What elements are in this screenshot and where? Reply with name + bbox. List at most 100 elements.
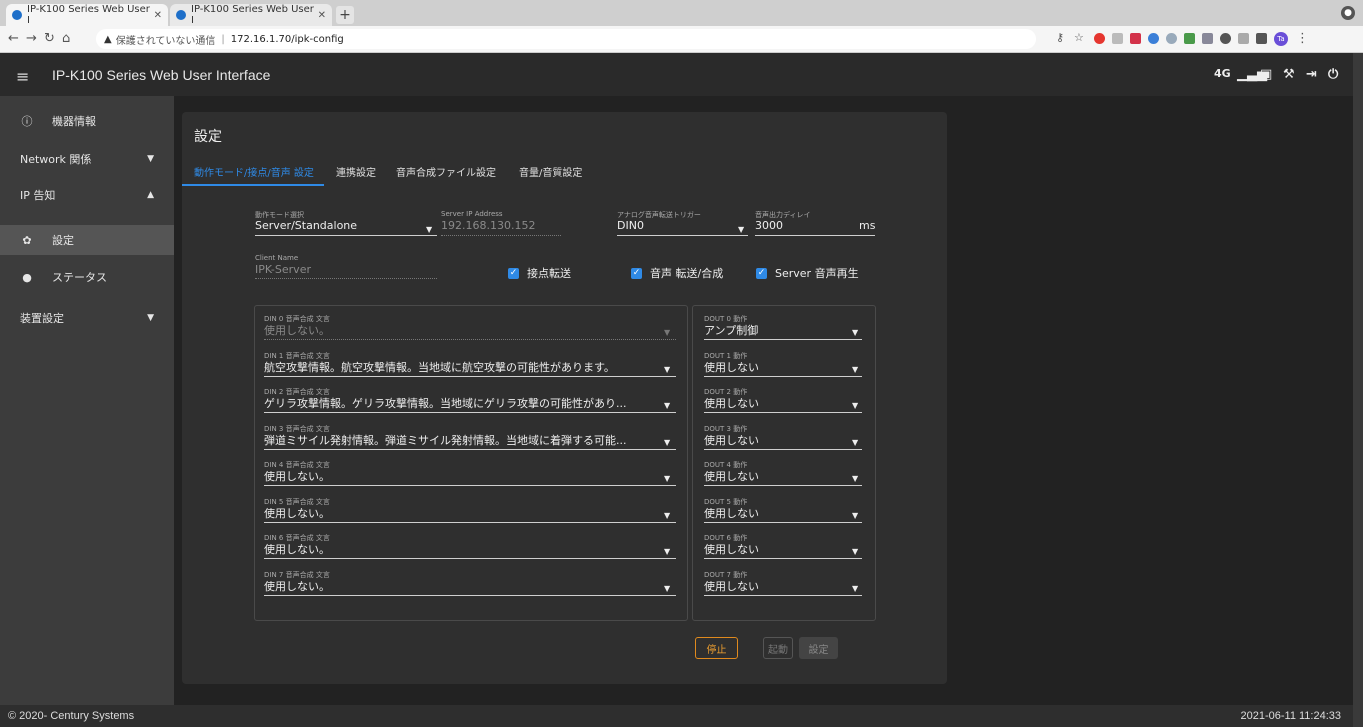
- checkbox-label: 接点転送: [527, 267, 571, 280]
- close-icon[interactable]: ✕: [318, 10, 326, 21]
- dropdown-arrow-icon: ▼: [738, 225, 745, 234]
- hamburger-menu-icon[interactable]: ≡: [16, 67, 29, 86]
- din-select-underline: [264, 485, 676, 486]
- browser-tab-2[interactable]: IP-K100 Series Web User I ✕: [170, 4, 332, 26]
- tab-link-settings[interactable]: 連携設定: [336, 164, 376, 179]
- din-select-underline: [264, 449, 676, 450]
- reload-icon[interactable]: ↻: [44, 31, 55, 46]
- dout-select-underline: [704, 522, 862, 523]
- dropdown-arrow-icon: ▼: [852, 547, 859, 556]
- extension-icon[interactable]: [1238, 33, 1249, 44]
- favicon-icon: [12, 10, 22, 20]
- address-bar[interactable]: ▲ 保護されていない通信 | 172.16.1.70/ipk-config: [96, 29, 1036, 49]
- dout-select-underline: [704, 376, 862, 377]
- forward-icon[interactable]: →: [26, 31, 37, 46]
- mode-select-underline: [255, 235, 437, 236]
- home-icon[interactable]: ⌂: [62, 31, 70, 46]
- active-tab-indicator: [182, 184, 324, 186]
- start-button[interactable]: 起動: [763, 637, 793, 659]
- sidebar-item-label: 設定: [52, 234, 74, 247]
- dropdown-arrow-icon: ▼: [664, 328, 671, 337]
- tab-tts-file-settings[interactable]: 音声合成ファイル設定: [396, 164, 496, 179]
- block-icon[interactable]: [1220, 33, 1231, 44]
- checkbox-server-playback[interactable]: ✓ Server 音声再生: [756, 265, 859, 281]
- copyright: © 2020- Century Systems: [8, 710, 135, 722]
- tab-mode-contact-audio[interactable]: 動作モード/接点/音声 設定: [194, 164, 314, 179]
- close-icon[interactable]: ✕: [154, 10, 162, 21]
- tab-volume-quality[interactable]: 音量/音質設定: [519, 164, 582, 179]
- dout-select-value: 使用しない: [704, 543, 759, 556]
- dout-select-value: 使用しない: [704, 434, 759, 447]
- chevron-up-icon: ▲: [147, 190, 154, 200]
- page-title: 設定: [194, 129, 222, 145]
- page-scrollbar[interactable]: [1353, 53, 1363, 727]
- client-name-value: IPK-Server: [255, 263, 311, 276]
- sidebar-item-ip-notice[interactable]: IP 告知 ▲: [0, 180, 174, 210]
- kebab-menu-icon[interactable]: ⋮: [1296, 31, 1309, 46]
- footer: © 2020- Century Systems 2021-06-11 11:24…: [0, 705, 1353, 727]
- checkbox-checked-icon: ✓: [631, 267, 642, 279]
- server-ip-underline: [441, 235, 561, 236]
- sidebar-item-network[interactable]: Network 関係 ▼: [0, 144, 174, 174]
- dout-select-underline: [704, 449, 862, 450]
- sidebar-item-label: ステータス: [52, 271, 107, 284]
- 4g-icon: 4G: [1214, 67, 1231, 80]
- sidebar-item-status[interactable]: ● ステータス: [0, 262, 174, 292]
- checkbox-audio-transfer[interactable]: ✓ 音声 転送/合成: [631, 265, 723, 281]
- dropdown-arrow-icon: ▼: [852, 328, 859, 337]
- trigger-underline: [617, 235, 748, 236]
- din-select-underline: [264, 522, 676, 523]
- back-icon[interactable]: ←: [8, 31, 19, 46]
- dropdown-arrow-icon: ▼: [664, 584, 671, 593]
- device-icon[interactable]: ▣: [1260, 67, 1272, 82]
- sidebar-item-settings[interactable]: ✿ 設定: [0, 225, 174, 255]
- profile-avatar[interactable]: Ta: [1274, 32, 1288, 46]
- info-filled-icon: ●: [22, 270, 32, 284]
- extension-icon[interactable]: [1112, 33, 1123, 44]
- browser-tab-1[interactable]: IP-K100 Series Web User I ✕: [6, 4, 168, 26]
- set-button[interactable]: 設定: [799, 637, 838, 659]
- logout-icon[interactable]: ⇥: [1306, 67, 1317, 82]
- puzzle-icon[interactable]: [1256, 33, 1267, 44]
- power-icon[interactable]: ⏻: [1328, 67, 1338, 82]
- sidebar-item-label: 装置設定: [20, 312, 64, 325]
- dout-select-value: 使用しない: [704, 470, 759, 483]
- dout-select-underline: [704, 485, 862, 486]
- extension-icon[interactable]: [1130, 33, 1141, 44]
- server-ip-label: Server IP Address: [441, 210, 503, 218]
- extension-icon[interactable]: [1148, 33, 1159, 44]
- din-select-value: 使用しない。: [264, 470, 330, 483]
- extension-icon[interactable]: [1184, 33, 1195, 44]
- extension-icon[interactable]: [1202, 33, 1213, 44]
- dropdown-arrow-icon: ▼: [426, 225, 433, 234]
- delay-value: 3000: [755, 219, 783, 232]
- stop-button[interactable]: 停止: [695, 637, 738, 659]
- browser-window-menu-icon[interactable]: ●: [1341, 6, 1355, 20]
- sidebar-item-device-settings[interactable]: 装置設定 ▼: [0, 303, 174, 333]
- delay-underline: [755, 235, 875, 236]
- new-tab-button[interactable]: +: [336, 6, 354, 24]
- dout-select-underline: [704, 558, 862, 559]
- favicon-icon: [176, 10, 186, 20]
- browser-toolbar: ← → ↻ ⌂ ▲ 保護されていない通信 | 172.16.1.70/ipk-c…: [0, 26, 1363, 53]
- datetime: 2021-06-11 11:24:33: [1240, 710, 1341, 722]
- dropdown-arrow-icon: ▼: [664, 547, 671, 556]
- tool-icon[interactable]: ⚒: [1283, 67, 1295, 82]
- extension-icon[interactable]: [1166, 33, 1177, 44]
- star-icon[interactable]: ☆: [1074, 31, 1084, 44]
- opera-extension-icon[interactable]: [1094, 33, 1105, 44]
- din-select-underline: [264, 595, 676, 596]
- dropdown-arrow-icon: ▼: [852, 584, 859, 593]
- browser-tab-title: IP-K100 Series Web User I: [191, 4, 314, 26]
- dropdown-arrow-icon: ▼: [852, 474, 859, 483]
- settings-card: 設定 動作モード/接点/音声 設定 連携設定 音声合成ファイル設定 音量/音質設…: [182, 112, 947, 684]
- checkbox-checked-icon: ✓: [508, 267, 519, 279]
- dout-select-underline: [704, 412, 862, 413]
- din-select-underline: [264, 339, 676, 340]
- key-icon[interactable]: ⚷: [1056, 31, 1064, 44]
- chevron-down-icon: ▼: [147, 313, 154, 323]
- checkbox-contact-transfer[interactable]: ✓ 接点転送: [508, 265, 571, 281]
- sidebar-item-device-info[interactable]: ⓘ 機器情報: [0, 106, 174, 136]
- security-warning: 保護されていない通信: [115, 35, 216, 47]
- gear-icon: ✿: [22, 233, 32, 247]
